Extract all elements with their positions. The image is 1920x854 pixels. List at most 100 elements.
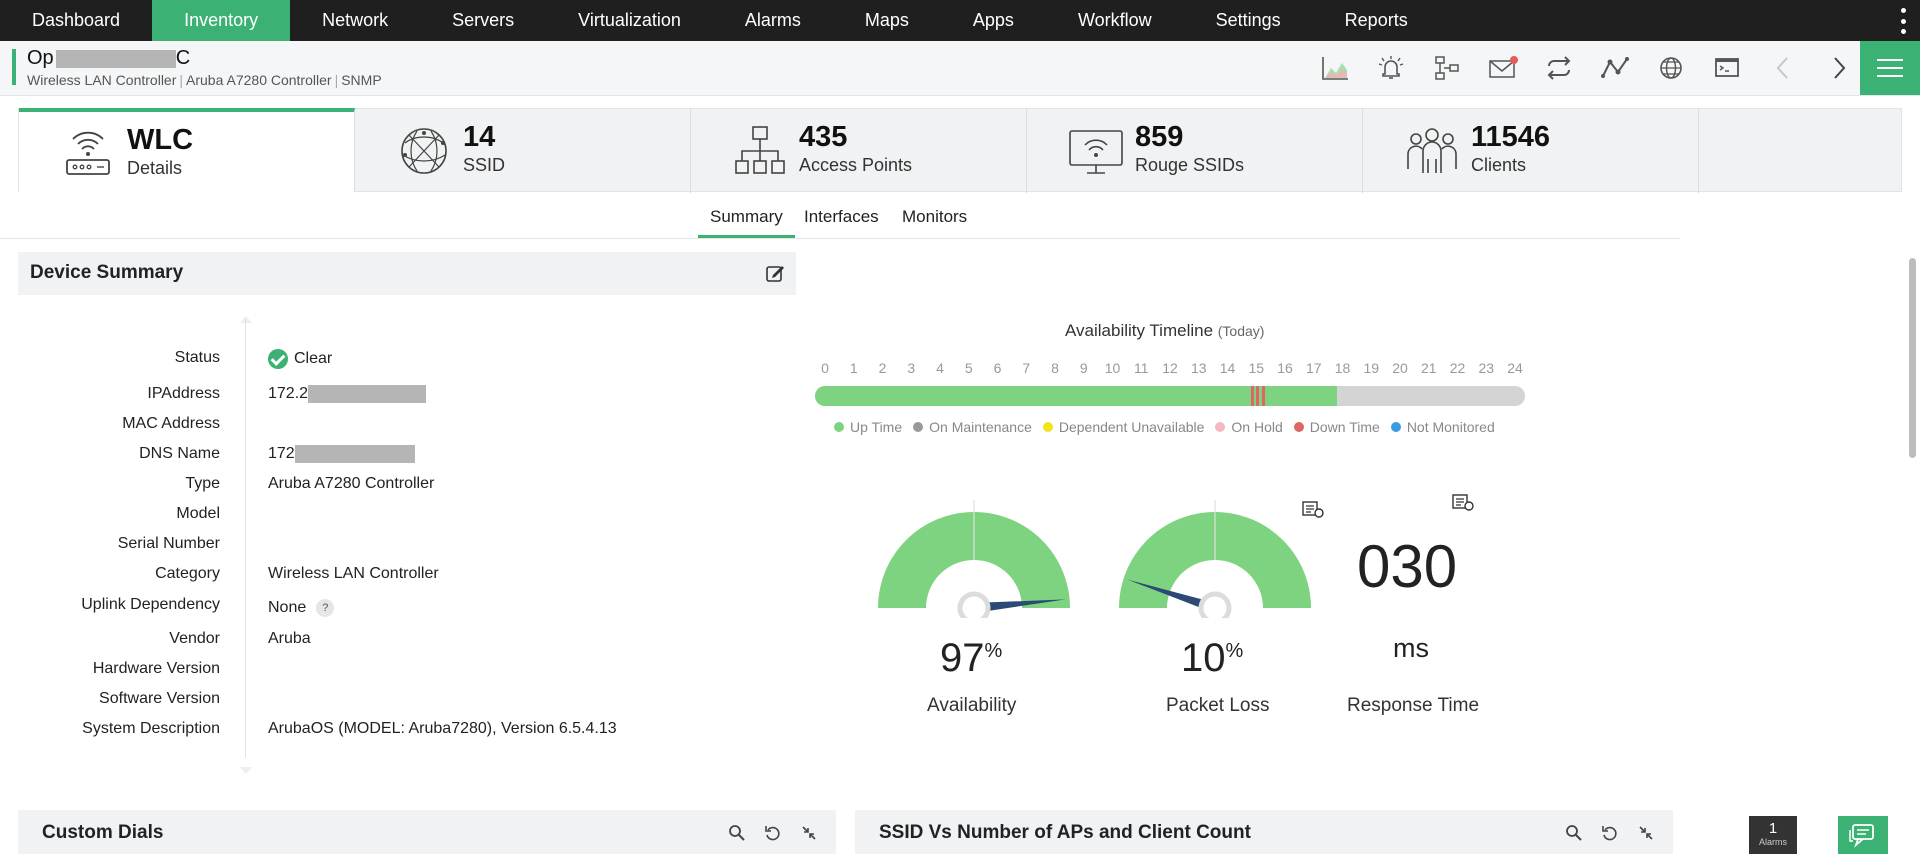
users-icon <box>1403 123 1461 179</box>
nav-inventory[interactable]: Inventory <box>152 0 291 41</box>
alarms-counter[interactable]: 1 Alarms <box>1749 816 1797 854</box>
timeline-hour-label: 20 <box>1392 360 1408 376</box>
gauge-hub <box>957 591 991 625</box>
search-icon[interactable] <box>728 824 746 842</box>
tile-clients[interactable]: 11546 Clients <box>1363 109 1699 193</box>
device-summary-header: Device Summary <box>18 252 796 295</box>
nav-settings[interactable]: Settings <box>1184 0 1313 41</box>
timeline-hour-label: 16 <box>1277 360 1293 376</box>
field-label: Vendor <box>169 630 220 647</box>
collapse-icon[interactable] <box>1637 824 1655 842</box>
availability-timeline-bar[interactable] <box>815 386 1525 406</box>
legend-item: Up Time <box>834 419 902 435</box>
field-vendor: Vendor Aruba <box>0 630 780 660</box>
search-icon[interactable] <box>1565 824 1583 842</box>
tile-rouge-ssids[interactable]: 859 Rouge SSIDs <box>1027 109 1363 193</box>
timeline-hour-label: 12 <box>1162 360 1178 376</box>
device-summary-title: Device Summary <box>30 262 184 283</box>
field-mac-address: MAC Address <box>0 415 780 445</box>
alarm-label: Alarms <box>1758 837 1787 847</box>
tile-ssid[interactable]: 14 SSID <box>355 109 691 193</box>
timeline-hour-label: 21 <box>1420 360 1437 376</box>
field-label: Hardware Version <box>92 660 220 677</box>
nav-servers[interactable]: Servers <box>420 0 546 41</box>
redacted-block <box>308 385 427 403</box>
monitor-wifi-icon <box>1067 123 1125 179</box>
legend-dot <box>1042 422 1053 432</box>
downtime-mark[interactable] <box>1256 386 1260 406</box>
chat-icon[interactable] <box>1838 816 1888 854</box>
page-scrollbar[interactable] <box>1909 258 1916 458</box>
timeline-hour-label: 10 <box>1104 360 1121 376</box>
tab-summary[interactable]: Summary <box>698 204 795 238</box>
field-dns-name: DNS Name 172 <box>0 445 780 475</box>
collapse-icon[interactable] <box>800 824 818 842</box>
field-label: Model <box>176 505 220 522</box>
refresh-icon[interactable] <box>764 824 782 842</box>
legend-dot <box>1390 422 1401 432</box>
nav-network[interactable]: Network <box>290 0 420 41</box>
alarm-bell-icon[interactable] <box>1372 53 1410 83</box>
packet-loss-label: Packet Loss <box>1166 695 1270 716</box>
workflow-icon[interactable] <box>1428 53 1466 83</box>
field-serial-number: Serial Number <box>0 535 780 565</box>
header-toolbar <box>1298 53 1858 83</box>
header-accent-bar <box>12 49 16 85</box>
tile-clients-count: 11546 <box>1471 121 1551 153</box>
field-value: Aruba A7280 Controller <box>268 475 435 492</box>
field-value: None? <box>268 599 335 617</box>
next-arrow-icon[interactable] <box>1820 53 1858 83</box>
wlc-router-icon <box>59 126 117 182</box>
refresh-icon[interactable] <box>1601 824 1619 842</box>
nav-maps[interactable]: Maps <box>833 0 941 41</box>
topology-icon[interactable] <box>1596 53 1634 83</box>
nav-dashboard[interactable]: Dashboard <box>0 0 152 41</box>
email-notification-icon[interactable] <box>1484 53 1522 83</box>
terminal-icon[interactable] <box>1708 53 1746 83</box>
edit-icon[interactable] <box>764 262 786 284</box>
tile-access-points[interactable]: 435 Access Points <box>691 109 1027 193</box>
device-header: Op C Wireless LAN Controller | Aruba A7280 … <box>0 41 1920 96</box>
timeline-hour-label: 5 <box>964 360 973 376</box>
tab-monitors[interactable]: Monitors <box>890 204 979 238</box>
tile-wlc-details[interactable]: WLC Details <box>19 108 355 192</box>
legend-item: On Maintenance <box>913 419 1032 435</box>
hamburger-menu-icon[interactable] <box>1860 41 1920 95</box>
timeline-hour-label: 8 <box>1051 360 1059 376</box>
field-label: Software Version <box>99 690 220 707</box>
tile-rouge-label: Rouge SSIDs <box>1135 155 1245 175</box>
tab-interfaces[interactable]: Interfaces <box>792 204 891 238</box>
response-time-value: 030 <box>1357 533 1458 600</box>
field-hardware-version: Hardware Version <box>0 660 780 690</box>
field-label: DNS Name <box>139 445 220 462</box>
field-label: Status <box>174 349 220 366</box>
nav-apps[interactable]: Apps <box>941 0 1046 41</box>
timeline-hour-label: 14 <box>1219 360 1236 376</box>
scroll-down-caret[interactable] <box>240 767 252 774</box>
previous-arrow-icon[interactable] <box>1764 53 1802 83</box>
scroll-up-caret[interactable] <box>240 316 252 323</box>
more-options-icon[interactable] <box>1900 8 1906 34</box>
web-globe-icon[interactable] <box>1652 53 1690 83</box>
graph-icon[interactable] <box>1316 53 1354 83</box>
response-time-label: Response Time <box>1347 695 1480 716</box>
nav-alarms[interactable]: Alarms <box>713 0 833 41</box>
nav-reports[interactable]: Reports <box>1313 0 1440 41</box>
field-label: Category <box>155 565 220 582</box>
tile-ssid-label: SSID <box>463 155 506 175</box>
tile-empty <box>1699 109 1901 193</box>
sync-icon[interactable] <box>1540 53 1578 83</box>
availability-timeline-title: Availability Timeline (Today) <box>1065 321 1265 340</box>
timeline-hour-label: 6 <box>993 360 1002 376</box>
help-icon[interactable]: ? <box>316 599 335 617</box>
downtime-mark[interactable] <box>1262 386 1265 406</box>
nav-workflow[interactable]: Workflow <box>1046 0 1184 41</box>
nav-virtualization[interactable]: Virtualization <box>546 0 713 41</box>
report-icon[interactable] <box>1450 493 1474 511</box>
globe-icon <box>395 123 453 179</box>
redacted-block <box>294 445 415 463</box>
tile-clients-label: Clients <box>1471 155 1527 175</box>
downtime-mark[interactable] <box>1250 386 1254 406</box>
tile-ssid-count: 14 <box>463 121 496 153</box>
packet-loss-gauge <box>1115 498 1315 625</box>
